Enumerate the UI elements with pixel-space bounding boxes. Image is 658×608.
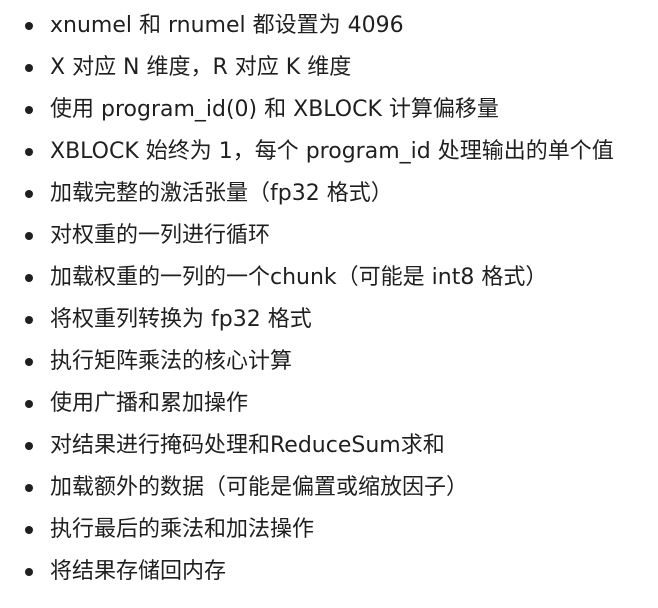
- bullet-icon: [25, 526, 33, 534]
- list-item: 使用广播和累加操作: [0, 383, 658, 425]
- list-item: 加载权重的一列的一个chunk（可能是 int8 格式）: [0, 257, 658, 299]
- list-item: 将结果存储回内存: [0, 551, 658, 593]
- list-item: 加载完整的激活张量（fp32 格式）: [0, 173, 658, 215]
- bullet-icon: [25, 316, 33, 324]
- bullet-icon: [25, 442, 33, 450]
- bullet-icon: [25, 274, 33, 282]
- list-item-text: 执行矩阵乘法的核心计算: [50, 349, 293, 374]
- list-item-text: 使用广播和累加操作: [50, 391, 249, 416]
- list-item-text: 对权重的一列进行循环: [50, 223, 271, 248]
- bullet-icon: [25, 484, 33, 492]
- list-item-text: xnumel 和 rnumel 都设置为 4096: [50, 13, 404, 38]
- list-item-text: 对结果进行掩码处理和ReduceSum求和: [50, 433, 445, 458]
- list-item-text: X 对应 N 维度，R 对应 K 维度: [50, 55, 352, 80]
- list-item-text: 将权重列转换为 fp32 格式: [50, 307, 312, 332]
- bullet-icon: [25, 400, 33, 408]
- list-item-text: 将结果存储回内存: [50, 559, 227, 584]
- bullet-icon: [25, 148, 33, 156]
- bullet-icon: [25, 568, 33, 576]
- bullet-icon: [25, 64, 33, 72]
- list-item: xnumel 和 rnumel 都设置为 4096: [0, 5, 658, 47]
- bullet-list: xnumel 和 rnumel 都设置为 4096 X 对应 N 维度，R 对应…: [0, 5, 658, 593]
- list-item: XBLOCK 始终为 1，每个 program_id 处理输出的单个值: [0, 131, 658, 173]
- list-item-text: XBLOCK 始终为 1，每个 program_id 处理输出的单个值: [50, 139, 614, 164]
- list-item-text: 加载额外的数据（可能是偏置或缩放因子）: [50, 475, 469, 500]
- list-item-text: 加载完整的激活张量（fp32 格式）: [50, 181, 393, 206]
- list-item: 执行最后的乘法和加法操作: [0, 509, 658, 551]
- list-item: 使用 program_id(0) 和 XBLOCK 计算偏移量: [0, 89, 658, 131]
- list-item: X 对应 N 维度，R 对应 K 维度: [0, 47, 658, 89]
- bullet-icon: [25, 232, 33, 240]
- bullet-icon: [25, 106, 33, 114]
- list-item: 对结果进行掩码处理和ReduceSum求和: [0, 425, 658, 467]
- list-item: 将权重列转换为 fp32 格式: [0, 299, 658, 341]
- list-item-text: 加载权重的一列的一个chunk（可能是 int8 格式）: [50, 265, 548, 290]
- bullet-icon: [25, 190, 33, 198]
- bullet-icon: [25, 22, 33, 30]
- list-item: 加载额外的数据（可能是偏置或缩放因子）: [0, 467, 658, 509]
- list-item-text: 使用 program_id(0) 和 XBLOCK 计算偏移量: [50, 97, 499, 122]
- bullet-icon: [25, 358, 33, 366]
- list-item: 执行矩阵乘法的核心计算: [0, 341, 658, 383]
- list-item: 对权重的一列进行循环: [0, 215, 658, 257]
- list-item-text: 执行最后的乘法和加法操作: [50, 517, 315, 542]
